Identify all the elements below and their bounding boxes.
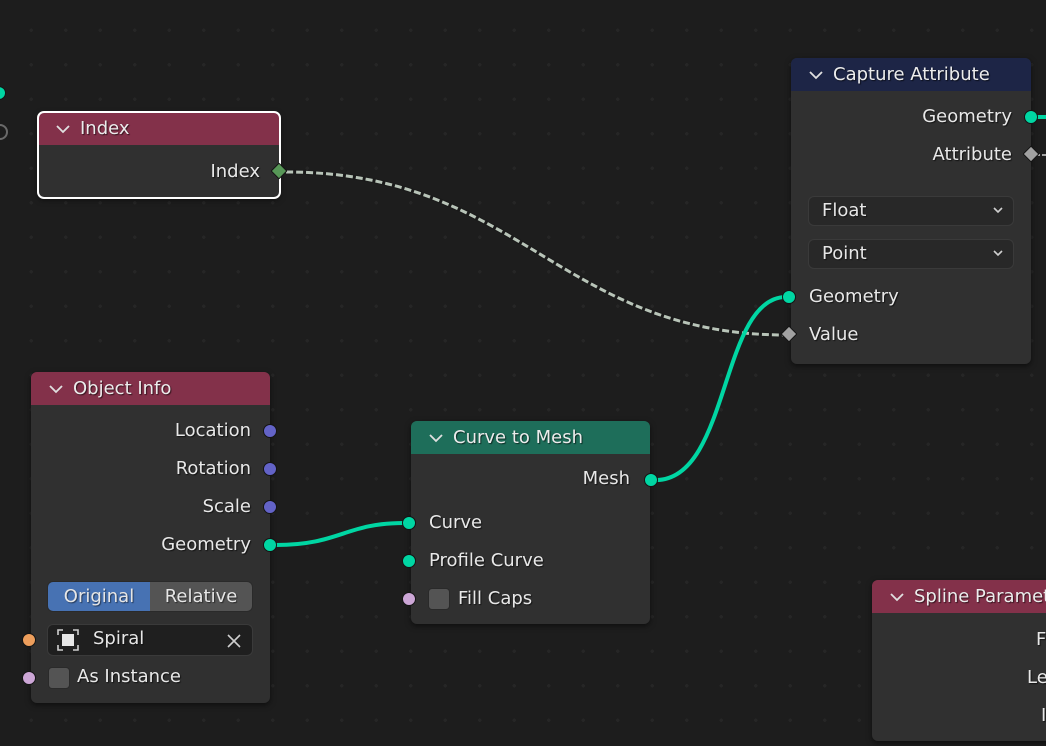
link-mesh-to-capture-geometry[interactable] [655,295,787,482]
collapse-chevron-icon[interactable] [47,380,65,398]
object-geometry-output-socket[interactable] [263,538,277,552]
chevron-down-icon [993,250,1003,257]
node-title: Spline Parameter [914,586,1046,607]
fill-caps-checkbox[interactable] [428,588,450,610]
data-type-value: Float [822,200,867,221]
offscreen-socket[interactable] [0,124,8,140]
output-label-scale: Scale [202,496,251,517]
collapse-chevron-icon[interactable] [427,429,445,447]
capture-geometry-input-socket[interactable] [782,290,796,304]
rotation-output-socket[interactable] [263,462,277,476]
collapse-chevron-icon[interactable] [807,66,825,84]
object-info-header[interactable]: Object Info [31,372,270,405]
capture-attribute-node[interactable]: Capture Attribute Geometry Attribute Flo… [791,58,1031,364]
input-label-curve: Curve [429,512,483,533]
object-value: Spiral [93,628,145,649]
offscreen-geometry-socket[interactable] [0,86,6,100]
profile-curve-input-socket[interactable] [402,554,416,568]
node-title: Capture Attribute [833,64,990,85]
node-title: Object Info [73,378,172,399]
scale-output-socket[interactable] [263,500,277,514]
index-node[interactable]: Index Index [37,111,281,199]
node-title: Index [80,118,130,139]
curve-to-mesh-header[interactable]: Curve to Mesh [411,421,650,454]
collapse-chevron-icon[interactable] [54,120,72,138]
fill-caps-input-socket[interactable] [402,592,416,606]
original-option[interactable]: Original [48,582,150,611]
input-label-geometry: Geometry [809,286,899,307]
capture-geometry-output-socket[interactable] [1024,110,1038,124]
location-output-socket[interactable] [263,424,277,438]
output-label-mesh: Mesh [582,468,630,489]
node-title: Curve to Mesh [453,427,584,448]
link-index-to-value[interactable] [285,169,787,338]
output-label-geometry: Geometry [161,534,251,555]
index-node-header[interactable]: Index [38,112,280,145]
curve-to-mesh-node[interactable]: Curve to Mesh Mesh Curve Profile Curve F… [411,421,650,624]
x-icon[interactable] [226,633,242,649]
output-label-index: Index [210,161,260,182]
link-index-to-value-dash [285,170,787,337]
chevron-down-icon [993,207,1003,214]
capture-attribute-header[interactable]: Capture Attribute [791,58,1031,91]
domain-value: Point [822,243,867,264]
link-object-geometry-to-curve[interactable] [275,521,405,547]
output-label-factor-partial: F [1036,629,1046,650]
spline-parameter-node[interactable]: Spline Parameter F Le I [872,580,1046,741]
data-type-dropdown[interactable]: Float [808,196,1014,226]
output-label-geometry: Geometry [922,106,1012,127]
output-label-rotation: Rotation [175,458,251,479]
output-label-index-partial: I [1041,705,1046,726]
fill-caps-label: Fill Caps [458,588,533,609]
transform-space-toggle: Original Relative [47,581,253,612]
as-instance-checkbox[interactable] [48,667,70,689]
input-label-value: Value [809,324,859,345]
output-label-attribute: Attribute [932,144,1012,165]
as-instance-input-socket[interactable] [22,671,36,685]
object-icon [57,629,79,651]
mesh-output-socket[interactable] [644,473,658,487]
output-label-location: Location [174,420,251,441]
collapse-chevron-icon[interactable] [888,588,906,606]
as-instance-label: As Instance [77,666,181,687]
object-field[interactable]: Spiral [47,624,253,656]
spline-parameter-header[interactable]: Spline Parameter [872,580,1046,613]
relative-option[interactable]: Relative [150,582,252,611]
curve-input-socket[interactable] [402,516,416,530]
object-info-node[interactable]: Object Info Location Rotation Scale Geom… [31,372,270,703]
output-label-length-partial: Le [1027,667,1046,688]
object-input-socket[interactable] [22,633,36,647]
input-label-profile-curve: Profile Curve [429,550,544,571]
domain-dropdown[interactable]: Point [808,239,1014,269]
